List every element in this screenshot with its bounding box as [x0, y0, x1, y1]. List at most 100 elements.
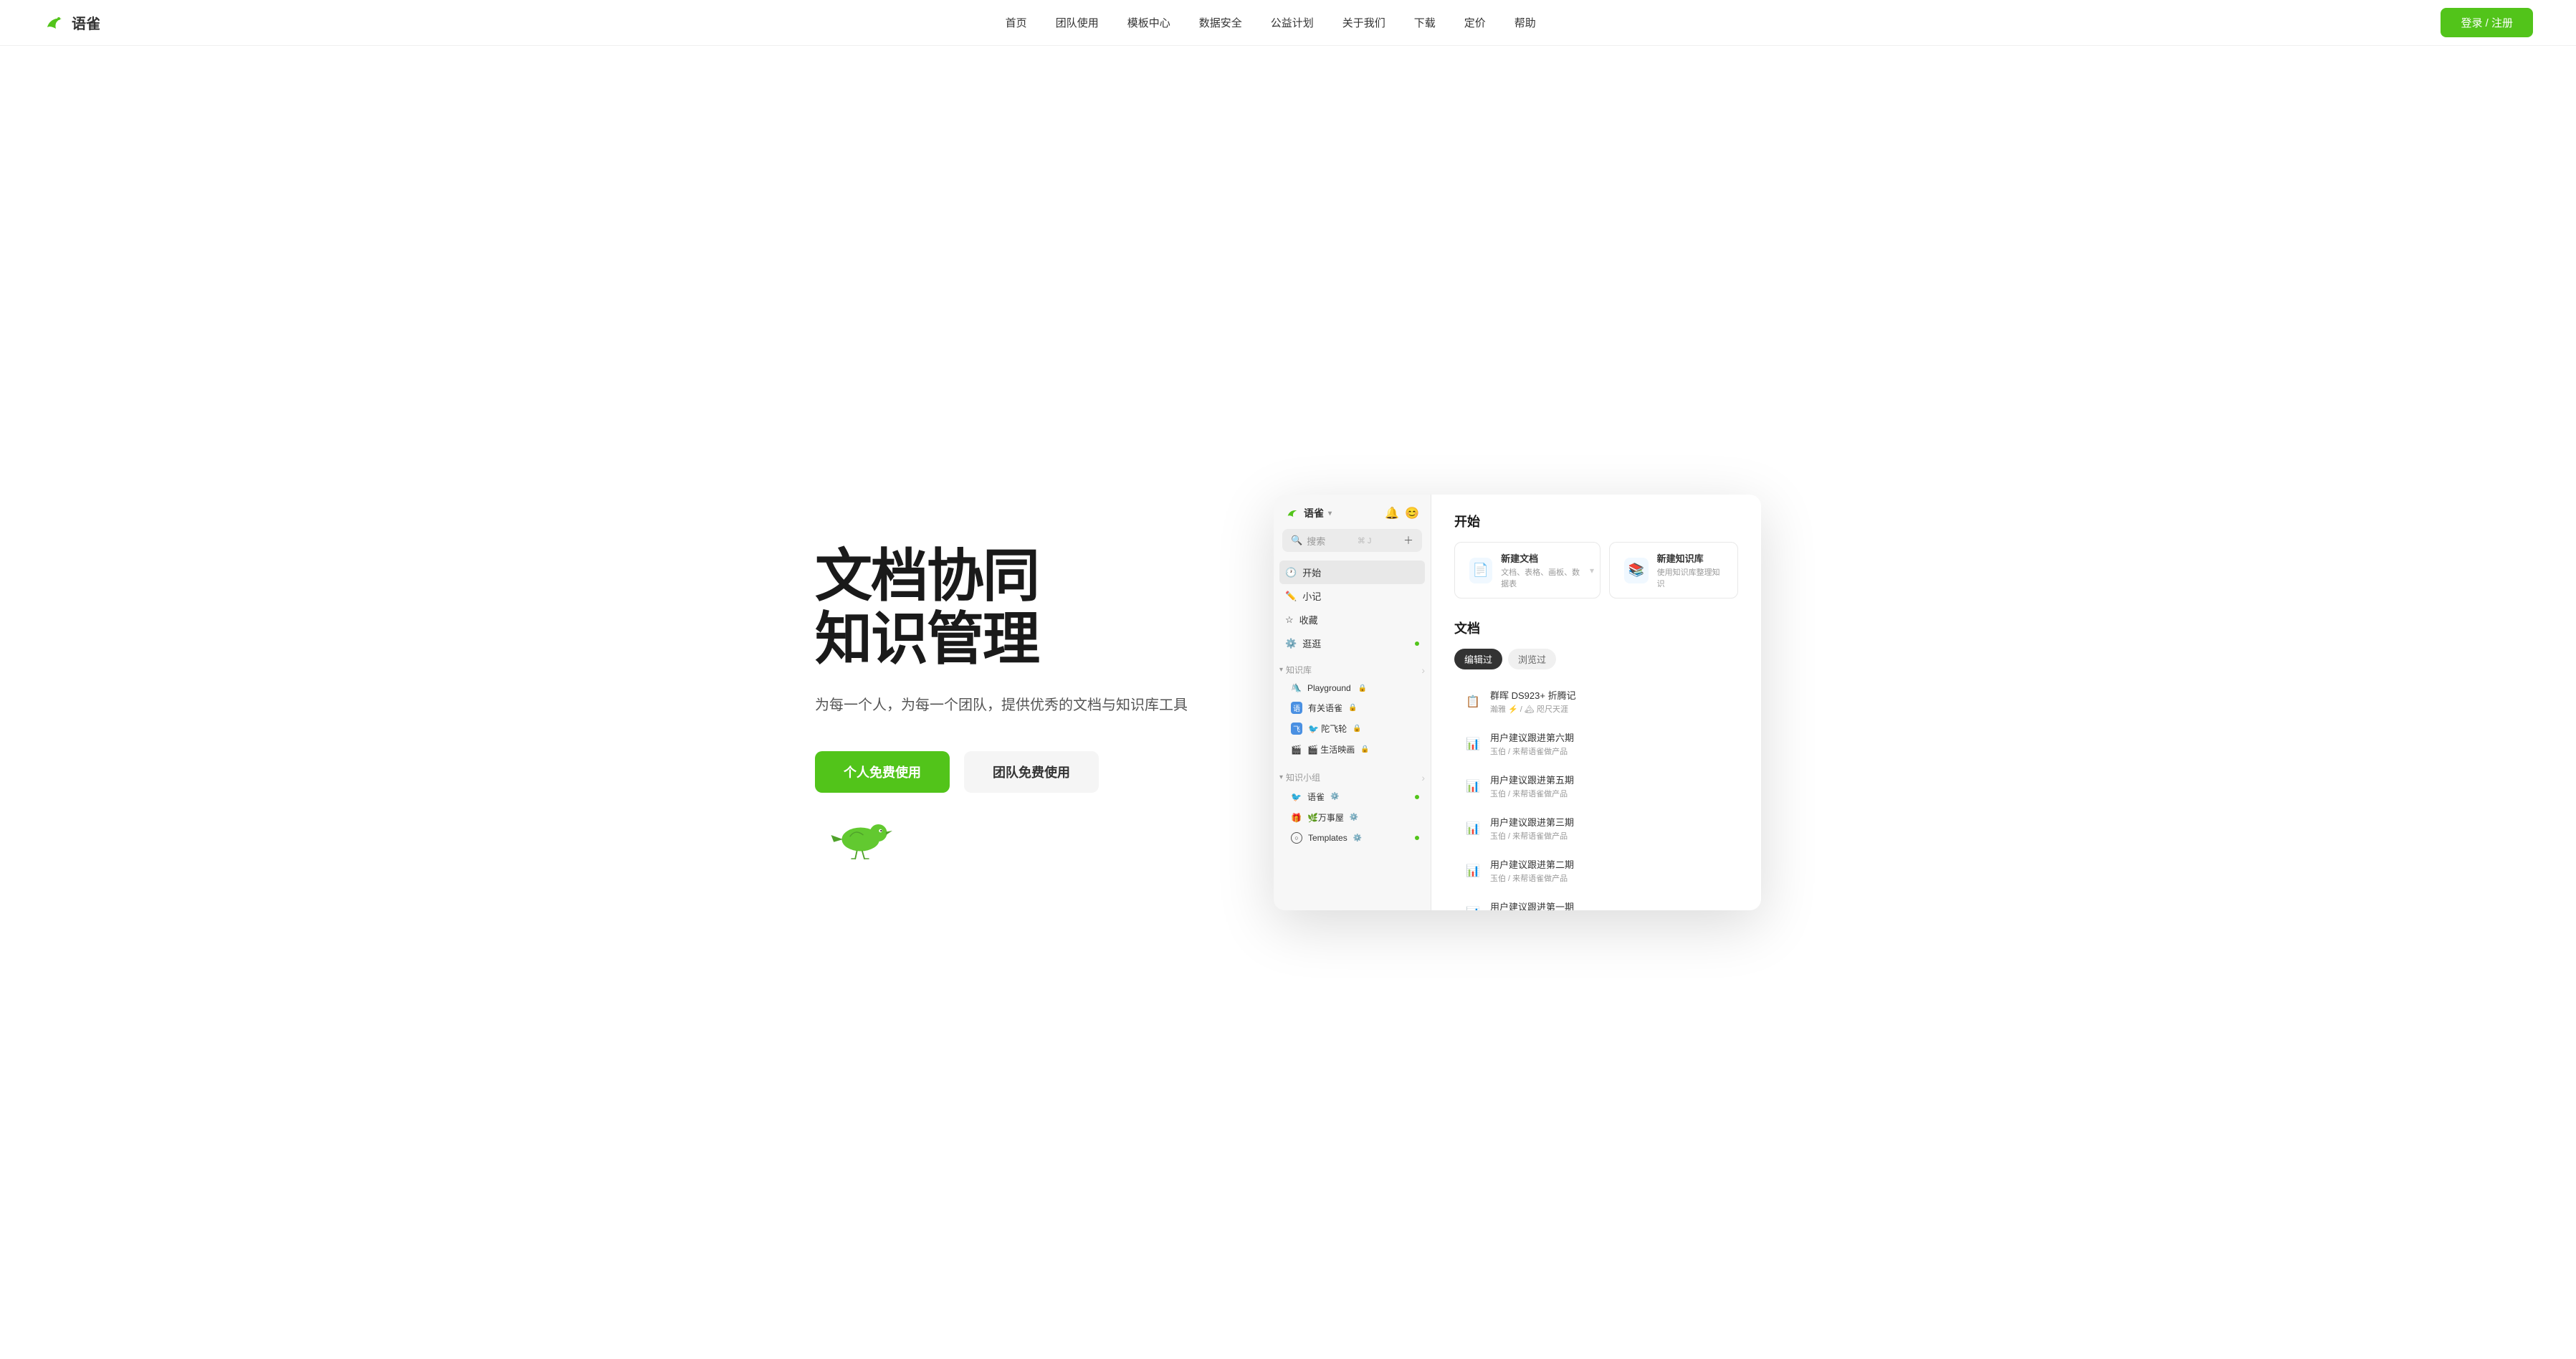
nav-download[interactable]: 下载: [1414, 15, 1436, 30]
doc-info-4: 用户建议跟进第二期 玉伯 / 来帮语雀做产品: [1490, 857, 1730, 884]
sidebar-item-explore[interactable]: ⚙️ 逛逛: [1279, 631, 1425, 655]
doc-meta-0: 瀚雅 ⚡ / 🏔 咫尺天涯: [1490, 703, 1730, 715]
nav-help[interactable]: 帮助: [1514, 15, 1536, 30]
sidebar-brand[interactable]: 语雀 ▾: [1285, 506, 1332, 520]
doc-info-1: 用户建议跟进第六期 玉伯 / 来帮语雀做产品: [1490, 730, 1730, 757]
search-icon: 🔍: [1291, 535, 1302, 546]
new-doc-dropdown-icon[interactable]: ▾: [1590, 566, 1594, 576]
tab-viewed[interactable]: 浏览过: [1508, 649, 1556, 669]
knowledge-item-playground[interactable]: 🛝 Playground 🔒: [1279, 679, 1425, 697]
knowledge-section-header: ▾ 知识库 ›: [1274, 658, 1431, 679]
yuque-group-icon: 🐦: [1291, 792, 1302, 802]
sidebar-item-favorites[interactable]: ☆ 收藏: [1279, 608, 1425, 631]
search-shortcut: ⌘ J: [1358, 536, 1372, 545]
sidebar-item-start[interactable]: 🕐 开始: [1279, 561, 1425, 584]
doc-item-5[interactable]: 📊 用户建议跟进第一期 玉伯 / 来帮语雀做产品: [1454, 892, 1738, 910]
nav-charity[interactable]: 公益计划: [1271, 15, 1314, 30]
personal-free-button[interactable]: 个人免费使用: [815, 751, 950, 793]
app-window: 语雀 ▾ 🔔 😊 🔍 搜索 ⌘ J ＋: [1274, 495, 1761, 910]
new-wiki-action[interactable]: 📚 新建知识库 使用知识库整理知识: [1609, 542, 1738, 599]
new-doc-title: 新建文档: [1501, 551, 1585, 565]
doc-title-2: 用户建议跟进第五期: [1490, 773, 1730, 786]
hero-title-line2: 知识管理: [815, 608, 1216, 671]
doc-icon-1: 📊: [1463, 734, 1483, 754]
yuque-label: 有关语雀: [1308, 702, 1342, 714]
doc-title-0: 群晖 DS923+ 折腾记: [1490, 688, 1730, 702]
new-doc-quick-icon[interactable]: ＋: [1403, 533, 1413, 548]
group-item-wanshiwu[interactable]: 🎁 🌿万事屋 ⚙️: [1279, 807, 1425, 828]
team-free-button[interactable]: 团队免费使用: [964, 751, 1099, 793]
knowledge-item-yuque[interactable]: 语 有关语雀 🔒: [1279, 697, 1425, 718]
decorative-bird-icon: [815, 807, 901, 861]
yuque-group-label: 语雀: [1307, 791, 1325, 803]
group-section-header: ▾ 知识小组 ›: [1274, 766, 1431, 786]
playground-label: Playground: [1307, 683, 1351, 693]
life-label: 🎬 生活映画: [1307, 743, 1355, 755]
nav-home[interactable]: 首页: [1006, 15, 1027, 30]
group-item-templates[interactable]: ○ Templates ⚙️: [1279, 828, 1425, 848]
chevron-down-icon: ▾: [1328, 510, 1332, 518]
sidebar-brand-name: 语雀: [1304, 506, 1324, 520]
doc-item-1[interactable]: 📊 用户建议跟进第六期 玉伯 / 来帮语雀做产品: [1454, 723, 1738, 764]
knowledge-item-life[interactable]: 🎬 🎬 生活映画 🔒: [1279, 739, 1425, 760]
sidebar-icon-group: 🔔 😊: [1385, 506, 1419, 520]
wanshiwu-settings-icon: ⚙️: [1350, 814, 1358, 821]
new-wiki-text: 新建知识库 使用知识库整理知识: [1657, 551, 1723, 589]
doc-item-4[interactable]: 📊 用户建议跟进第二期 玉伯 / 来帮语雀做产品: [1454, 850, 1738, 891]
new-doc-action[interactable]: 📄 新建文档 文档、表格、画板、数据表 ▾: [1454, 542, 1601, 599]
knowledge-section-label: 知识库: [1286, 664, 1312, 676]
new-doc-text: 新建文档 文档、表格、画板、数据表: [1501, 551, 1585, 589]
doc-icon-3: 📊: [1463, 819, 1483, 839]
new-wiki-icon: 📚: [1624, 558, 1649, 583]
nav-team[interactable]: 团队使用: [1056, 15, 1099, 30]
group-item-yuque[interactable]: 🐦 语雀 ⚙️: [1279, 786, 1425, 807]
doc-info-5: 用户建议跟进第一期 玉伯 / 来帮语雀做产品: [1490, 900, 1730, 910]
sidebar-item-notes[interactable]: ✏️ 小记: [1279, 584, 1425, 608]
doc-item-0[interactable]: 📋 群晖 DS923+ 折腾记 瀚雅 ⚡ / 🏔 咫尺天涯: [1454, 681, 1738, 722]
doc-info-2: 用户建议跟进第五期 玉伯 / 来帮语雀做产品: [1490, 773, 1730, 799]
app-sidebar: 语雀 ▾ 🔔 😊 🔍 搜索 ⌘ J ＋: [1274, 495, 1431, 910]
hero-subtitle: 为每一个人，为每一个团队，提供优秀的文档与知识库工具: [815, 694, 1216, 717]
doc-info-0: 群晖 DS923+ 折腾记 瀚雅 ⚡ / 🏔 咫尺天涯: [1490, 688, 1730, 715]
doc-meta-3: 玉伯 / 来帮语雀做产品: [1490, 830, 1730, 841]
hero-bird-decoration: [815, 807, 1216, 861]
doc-section-title: 文档: [1454, 619, 1738, 637]
hero-section: 文档协同 知识管理 为每一个人，为每一个团队，提供优秀的文档与知识库工具 个人免…: [0, 46, 2576, 1359]
sidebar-search[interactable]: 🔍 搜索 ⌘ J ＋: [1282, 529, 1422, 552]
logo[interactable]: 语雀: [43, 11, 100, 34]
doc-item-3[interactable]: 📊 用户建议跟进第三期 玉伯 / 来帮语雀做产品: [1454, 808, 1738, 849]
flywheel-lock-icon: 🔒: [1353, 725, 1361, 733]
knowledge-expand-icon[interactable]: ›: [1421, 664, 1425, 676]
nav-templates[interactable]: 模板中心: [1127, 15, 1170, 30]
knowledge-item-flywheel[interactable]: 飞 🐦 陀飞轮 🔒: [1279, 718, 1425, 739]
login-register-button[interactable]: 登录 / 注册: [2441, 8, 2533, 37]
avatar-icon[interactable]: 😊: [1405, 506, 1419, 520]
nav-links: 首页 团队使用 模板中心 数据安全 公益计划 关于我们 下载 定价 帮助: [1006, 15, 1536, 30]
logo-bird-icon: [43, 11, 66, 34]
quick-actions: 📄 新建文档 文档、表格、画板、数据表 ▾ 📚 新建知识库 使用知识库整理知识: [1454, 542, 1738, 599]
doc-item-2[interactable]: 📊 用户建议跟进第五期 玉伯 / 来帮语雀做产品: [1454, 766, 1738, 806]
nav-pricing[interactable]: 定价: [1464, 15, 1486, 30]
doc-title-1: 用户建议跟进第六期: [1490, 730, 1730, 744]
flywheel-book-icon: 飞: [1291, 723, 1302, 735]
nav-security[interactable]: 数据安全: [1199, 15, 1242, 30]
group-list: 🐦 语雀 ⚙️ 🎁 🌿万事屋 ⚙️ ○ Templates ⚙️: [1274, 786, 1431, 848]
hero-buttons: 个人免费使用 团队免费使用: [815, 751, 1216, 793]
sidebar-explore-label: 逛逛: [1302, 636, 1321, 650]
templates-settings-icon: ⚙️: [1353, 834, 1362, 842]
chevron-down-icon-knowledge: ▾: [1279, 666, 1283, 674]
hero-title: 文档协同 知识管理: [815, 545, 1216, 671]
nav-about[interactable]: 关于我们: [1342, 15, 1385, 30]
group-expand-icon[interactable]: ›: [1421, 772, 1425, 783]
hero-right: 语雀 ▾ 🔔 😊 🔍 搜索 ⌘ J ＋: [1274, 495, 1761, 910]
templates-label: Templates: [1308, 833, 1347, 843]
sidebar-nav: 🕐 开始 ✏️ 小记 ☆ 收藏 ⚙️ 逛逛: [1274, 558, 1431, 658]
doc-icon-5: 📊: [1463, 903, 1483, 911]
doc-info-3: 用户建议跟进第三期 玉伯 / 来帮语雀做产品: [1490, 815, 1730, 841]
tab-edited[interactable]: 编辑过: [1454, 649, 1502, 669]
navbar: 语雀 首页 团队使用 模板中心 数据安全 公益计划 关于我们 下载 定价 帮助 …: [0, 0, 2576, 46]
explore-dot: [1415, 642, 1419, 646]
pencil-icon: ✏️: [1285, 591, 1297, 602]
notification-icon[interactable]: 🔔: [1385, 506, 1399, 520]
doc-meta-2: 玉伯 / 来帮语雀做产品: [1490, 788, 1730, 799]
